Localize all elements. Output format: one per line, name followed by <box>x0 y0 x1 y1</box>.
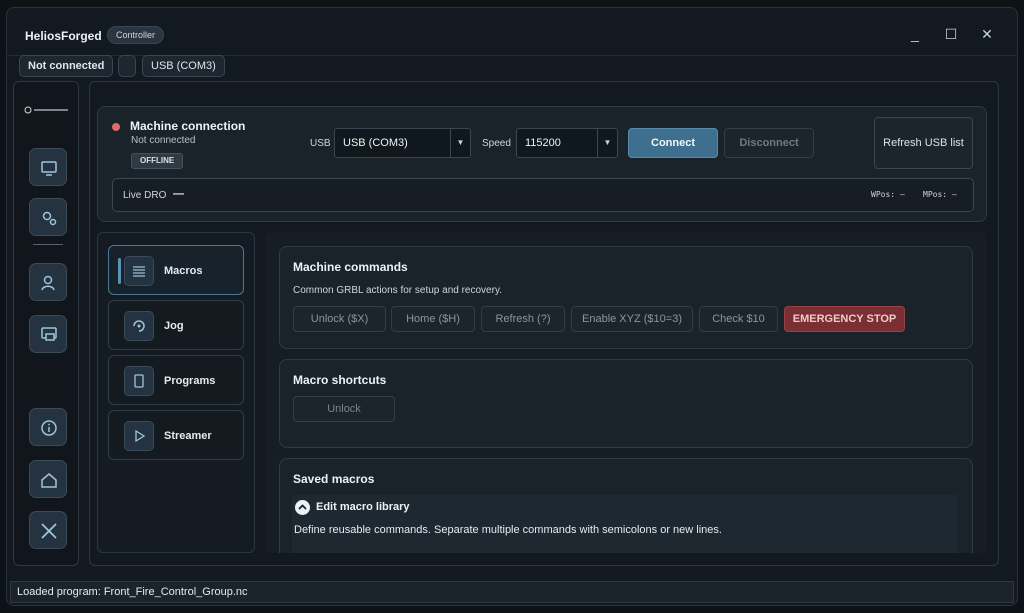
usb-label: USB <box>310 138 331 149</box>
macro-shortcuts-title: Macro shortcuts <box>293 373 387 387</box>
connection-title: Machine connection <box>130 119 246 133</box>
live-dro: Live DRO — WPos: — MPos: — <box>112 178 974 212</box>
rail-close-button[interactable] <box>29 511 67 549</box>
nav-item-programs[interactable]: Programs <box>108 355 244 405</box>
expander-label: Edit macro library <box>316 501 410 513</box>
shortcut-unlock-button[interactable]: Unlock <box>293 396 395 422</box>
document-icon <box>124 366 154 396</box>
baud-rate-select[interactable]: 115200 ▼ <box>516 128 618 158</box>
rail-settings-button[interactable] <box>29 198 67 236</box>
nav-label: Programs <box>164 375 216 387</box>
enable-xyz-button[interactable]: Enable XYZ ($10=3) <box>571 306 693 332</box>
connection-status-chip: Not connected <box>19 55 114 77</box>
chevron-down-icon: ▼ <box>597 129 617 157</box>
status-bar: Loaded program: Front_Fire_Control_Group… <box>10 581 1014 603</box>
usb-port-select[interactable]: USB (COM3) ▼ <box>334 128 471 158</box>
user-icon <box>41 275 55 291</box>
emergency-stop-button[interactable]: EMERGENCY STOP <box>784 306 905 332</box>
rail-display-button[interactable] <box>29 315 67 353</box>
nav-item-macros[interactable]: Macros <box>108 245 244 295</box>
disconnect-button[interactable]: Disconnect <box>724 128 814 158</box>
machine-commands-card: Machine commands Common GRBL actions for… <box>279 246 973 349</box>
dro-value: — <box>173 188 184 200</box>
rail-user-button[interactable] <box>29 263 67 301</box>
nav-label: Streamer <box>164 430 212 442</box>
speed-label: Speed <box>482 138 511 149</box>
section-nav: Macros Jog Programs Streamer <box>97 232 255 553</box>
macros-content: Machine commands Common GRBL actions for… <box>265 232 987 553</box>
connect-button[interactable]: Connect <box>628 128 718 158</box>
refresh-status-button[interactable]: Refresh (?) <box>481 306 565 332</box>
nav-label: Macros <box>164 265 203 277</box>
saved-macros-title: Saved macros <box>293 472 375 486</box>
chevron-up-icon <box>295 500 310 515</box>
status-indicator-toggle[interactable] <box>118 55 136 77</box>
unlock-x-button[interactable]: Unlock ($X) <box>293 306 386 332</box>
machine-commands-title: Machine commands <box>293 260 408 274</box>
rail-home-button[interactable] <box>29 460 67 498</box>
mpos-readout: MPos: — <box>923 190 957 199</box>
home-button[interactable]: Home ($H) <box>391 306 475 332</box>
logo-icon <box>24 106 68 114</box>
app-badge: Controller <box>107 26 165 44</box>
macro-shortcuts-card: Macro shortcuts Unlock <box>279 359 973 448</box>
refresh-usb-button[interactable]: Refresh USB list <box>874 117 973 169</box>
side-rail <box>13 81 79 566</box>
machine-connection-card: Machine connection Not connected OFFLINE… <box>97 106 987 222</box>
jog-icon <box>124 311 154 341</box>
machine-commands-subtitle: Common GRBL actions for setup and recove… <box>293 285 502 296</box>
gear-icon <box>42 211 57 226</box>
list-icon <box>124 256 154 286</box>
info-icon <box>41 420 57 436</box>
title-bar: HeliosForged Controller _ ☐ ✕ <box>7 8 1017 56</box>
play-icon <box>124 421 154 451</box>
macro-library-description: Define reusable commands. Separate multi… <box>294 524 722 536</box>
rail-info-button[interactable] <box>29 408 67 446</box>
monitor-icon <box>41 161 57 176</box>
check-10-button[interactable]: Check $10 <box>699 306 778 332</box>
offline-badge: OFFLINE <box>131 153 184 169</box>
saved-macros-card: Saved macros Edit macro library Define r… <box>279 458 973 553</box>
close-window-button[interactable]: ✕ <box>977 25 997 43</box>
rail-divider <box>33 244 63 245</box>
baud-rate-value: 115200 <box>525 137 561 149</box>
minimize-button[interactable]: _ <box>905 25 925 43</box>
chevron-down-icon: ▼ <box>450 129 470 157</box>
port-chip: USB (COM3) <box>142 55 225 77</box>
display-icon <box>41 327 57 341</box>
connection-subtitle: Not connected <box>131 135 196 146</box>
active-indicator <box>118 258 121 284</box>
nav-item-streamer[interactable]: Streamer <box>108 410 244 460</box>
dro-label: Live DRO <box>123 190 167 201</box>
nav-label: Jog <box>164 320 184 332</box>
usb-port-value: USB (COM3) <box>343 137 408 149</box>
connection-status-dot <box>112 123 120 131</box>
close-icon <box>41 523 57 539</box>
home-icon <box>41 473 57 488</box>
wpos-readout: WPos: — <box>871 190 905 199</box>
app-title: HeliosForged <box>25 29 102 43</box>
maximize-button[interactable]: ☐ <box>941 25 961 43</box>
rail-monitor-button[interactable] <box>29 148 67 186</box>
nav-item-jog[interactable]: Jog <box>108 300 244 350</box>
macro-library-expander[interactable]: Edit macro library Define reusable comma… <box>292 495 958 553</box>
